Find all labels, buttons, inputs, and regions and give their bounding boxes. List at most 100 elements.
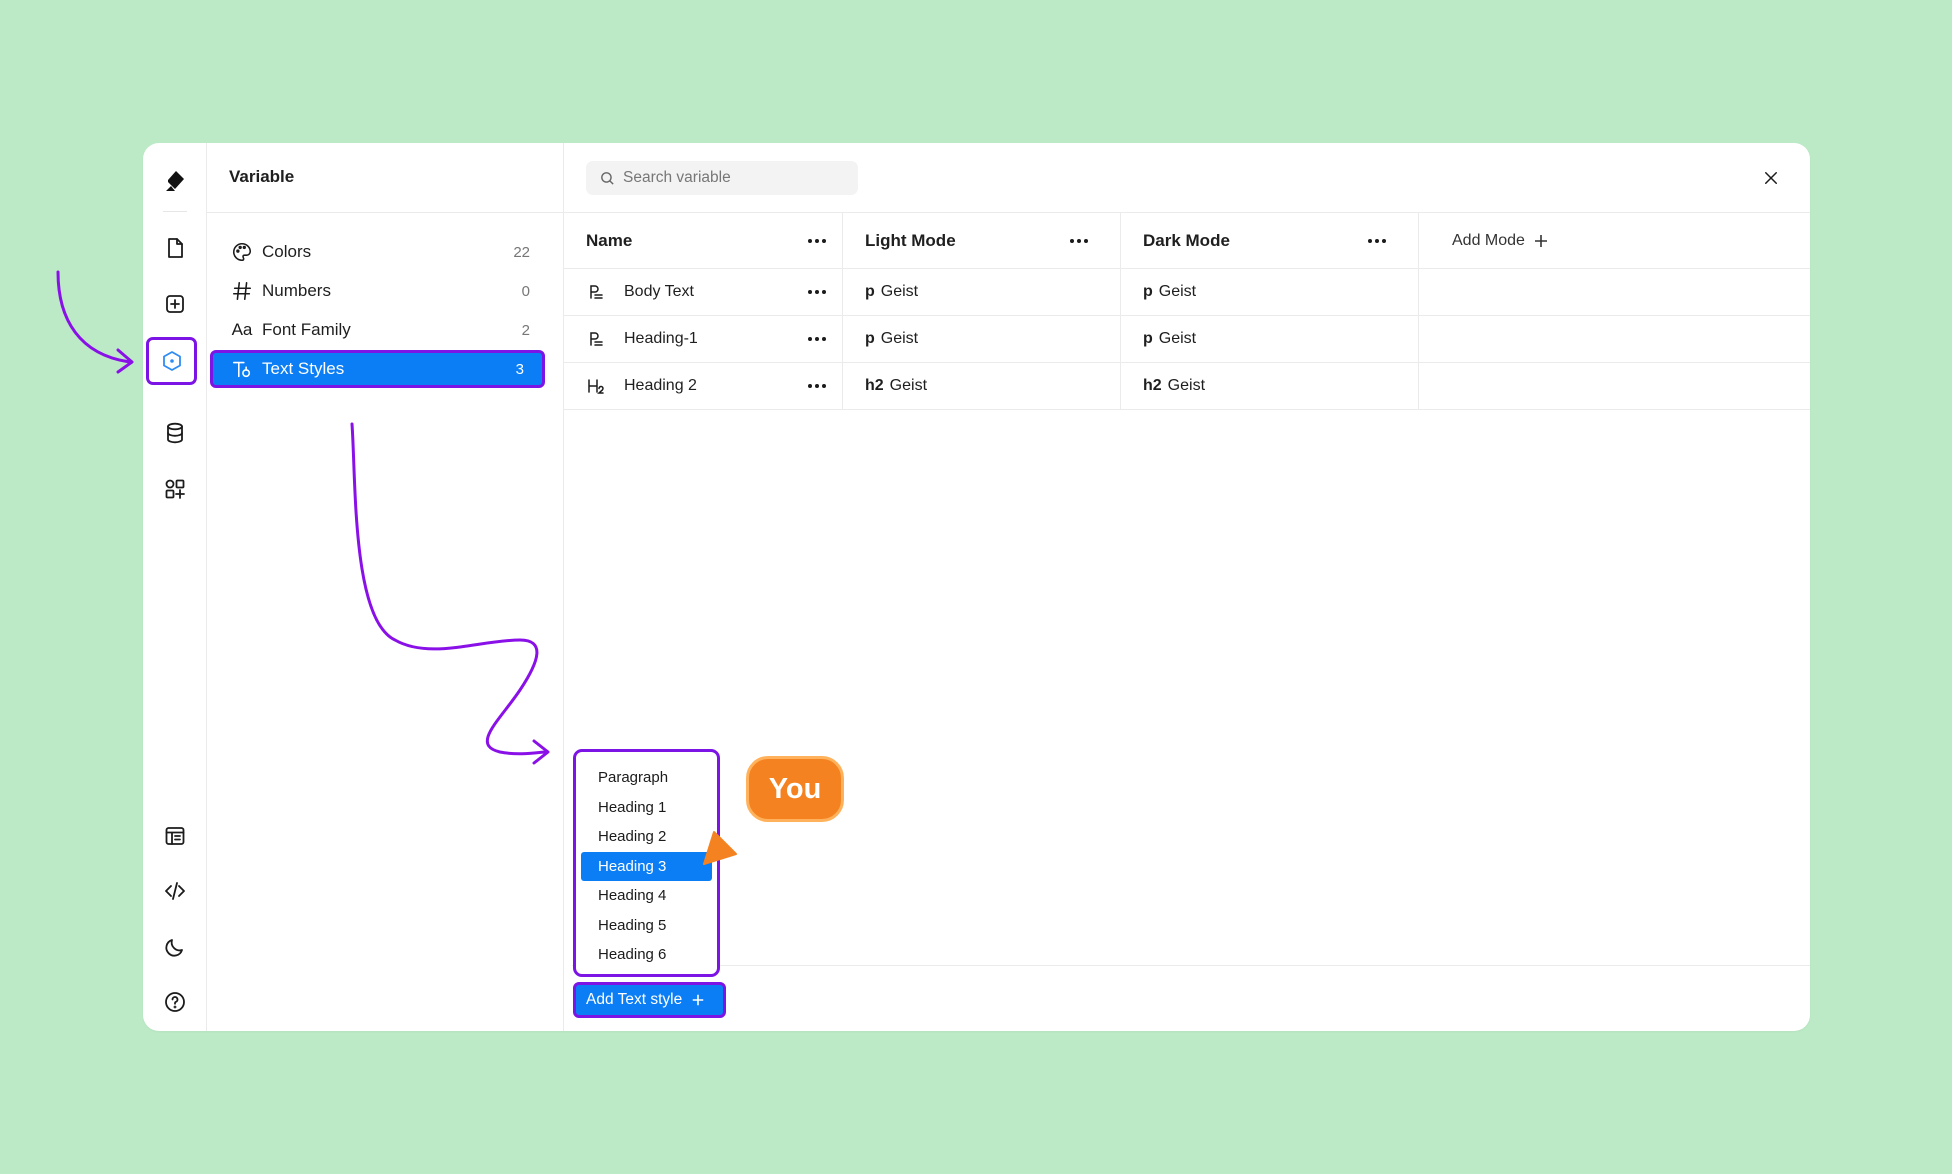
variable-sidebar: Variable Colors 22 Numbers 0 Aa Font Fam… — [207, 143, 564, 1031]
header-label: Name — [586, 230, 633, 250]
moon-icon[interactable] — [155, 927, 195, 967]
paragraph-style-icon — [586, 283, 606, 301]
font-value: Geist — [1167, 377, 1206, 394]
header-dark-mode: Dark Mode — [1121, 213, 1419, 268]
dropdown-item-paragraph[interactable]: Paragraph — [576, 763, 717, 793]
plus-icon — [1534, 234, 1547, 247]
dark-value-cell[interactable]: p Geist — [1121, 316, 1419, 362]
dropdown-item-heading-2[interactable]: Heading 2 — [576, 822, 717, 852]
rail-divider — [163, 211, 187, 212]
font-icon: Aa — [231, 320, 253, 339]
table-row[interactable]: Heading-1 p Geist p Geist — [564, 316, 1810, 363]
row-name: Heading-1 — [624, 330, 698, 347]
sidebar-item-colors[interactable]: Colors 22 — [221, 233, 548, 271]
divider — [572, 965, 1810, 966]
more-options-icon[interactable] — [804, 376, 830, 396]
variables-table: Name Light Mode Dark Mode Add Mode Body … — [564, 213, 1810, 410]
sidebar-item-text-styles[interactable]: Text Styles 3 — [210, 350, 545, 388]
table-layout-icon[interactable] — [155, 816, 195, 856]
font-value: Geist — [1158, 330, 1197, 347]
dark-value-cell[interactable]: p Geist — [1121, 269, 1419, 315]
more-options-icon[interactable] — [804, 282, 830, 302]
sidebar-item-font-family[interactable]: Aa Font Family 2 — [221, 311, 548, 349]
main-panel: Name Light Mode Dark Mode Add Mode — [564, 143, 1810, 1031]
tag-label: p — [1143, 330, 1153, 347]
table-row[interactable]: Body Text p Geist p Geist — [564, 269, 1810, 316]
tag-label: h2 — [865, 377, 884, 394]
hash-icon — [230, 279, 254, 303]
components-icon[interactable] — [155, 469, 195, 509]
light-value-cell[interactable]: p Geist — [843, 269, 1121, 315]
variables-window: Variable Colors 22 Numbers 0 Aa Font Fam… — [143, 143, 1810, 1031]
row-name: Heading 2 — [624, 377, 697, 394]
empty-cell — [1419, 316, 1810, 362]
font-value: Geist — [889, 377, 928, 394]
header-name: Name — [564, 213, 843, 268]
header-light-mode: Light Mode — [843, 213, 1121, 268]
font-value: Geist — [880, 283, 919, 300]
more-options-icon[interactable] — [1364, 231, 1390, 251]
sidebar-item-count: 2 — [521, 321, 530, 339]
close-icon — [1765, 172, 1777, 184]
header-label: Light Mode — [865, 230, 956, 250]
text-style-dropdown: Paragraph Heading 1 Heading 2 Heading 3 … — [573, 749, 720, 977]
name-cell: Body Text — [564, 269, 843, 315]
sidebar-item-label: Text Styles — [262, 359, 345, 378]
sidebar-item-numbers[interactable]: Numbers 0 — [221, 272, 548, 310]
sidebar-title: Variable — [229, 167, 295, 186]
search-icon — [601, 171, 614, 185]
sidebar-item-label: Numbers — [262, 281, 331, 300]
header-add-mode: Add Mode — [1419, 213, 1810, 268]
more-options-icon[interactable] — [1066, 231, 1092, 251]
light-value-cell[interactable]: h2 Geist — [843, 363, 1121, 409]
add-square-icon[interactable] — [155, 284, 195, 324]
tag-label: h2 — [1143, 377, 1162, 394]
divider — [207, 212, 563, 213]
more-options-icon[interactable] — [804, 231, 830, 251]
sidebar-item-count: 22 — [513, 243, 530, 261]
page-icon[interactable] — [155, 228, 195, 268]
dropdown-item-heading-5[interactable]: Heading 5 — [576, 911, 717, 941]
search-input[interactable] — [623, 169, 843, 187]
plus-icon — [692, 994, 704, 1006]
font-value: Geist — [1158, 283, 1197, 300]
dropdown-item-heading-6[interactable]: Heading 6 — [576, 940, 717, 970]
variable-hexagon-icon[interactable] — [146, 337, 197, 385]
table-row[interactable]: Heading 2 h2 Geist h2 Geist — [564, 363, 1810, 410]
tag-label: p — [865, 330, 875, 347]
logo-icon[interactable] — [155, 161, 195, 201]
name-cell: Heading-1 — [564, 316, 843, 362]
add-mode-label: Add Mode — [1452, 231, 1525, 249]
sidebar-item-count: 0 — [521, 282, 530, 300]
close-button[interactable] — [1756, 163, 1786, 193]
sidebar-item-label: Colors — [262, 242, 312, 261]
more-options-icon[interactable] — [804, 329, 830, 349]
sidebar-item-label: Font Family — [262, 320, 351, 339]
help-icon[interactable] — [155, 982, 195, 1022]
add-mode-button[interactable]: Add Mode — [1452, 232, 1549, 250]
dropdown-item-heading-1[interactable]: Heading 1 — [576, 793, 717, 823]
database-icon[interactable] — [155, 413, 195, 453]
row-name: Body Text — [624, 283, 694, 300]
empty-cell — [1419, 269, 1810, 315]
heading-2-icon — [586, 377, 606, 395]
dropdown-item-heading-4[interactable]: Heading 4 — [576, 881, 717, 911]
name-cell: Heading 2 — [564, 363, 843, 409]
dark-value-cell[interactable]: h2 Geist — [1121, 363, 1419, 409]
cursor-arrow-icon — [703, 831, 737, 865]
search-box[interactable] — [586, 161, 858, 195]
font-value: Geist — [880, 330, 919, 347]
paragraph-style-icon — [586, 330, 606, 348]
dropdown-item-heading-3[interactable]: Heading 3 — [581, 851, 712, 881]
header-label: Dark Mode — [1143, 230, 1230, 250]
code-icon[interactable] — [155, 871, 195, 911]
cursor-badge: You — [746, 756, 844, 822]
add-text-style-button[interactable]: Add Text style — [573, 982, 726, 1018]
icon-rail — [143, 143, 207, 1031]
tag-label: p — [865, 283, 875, 300]
add-text-style-label: Add Text style — [586, 991, 683, 1008]
table-header-row: Name Light Mode Dark Mode Add Mode — [564, 213, 1810, 269]
tag-label: p — [1143, 283, 1153, 300]
light-value-cell[interactable]: p Geist — [843, 316, 1121, 362]
sidebar-item-count: 3 — [515, 360, 524, 378]
